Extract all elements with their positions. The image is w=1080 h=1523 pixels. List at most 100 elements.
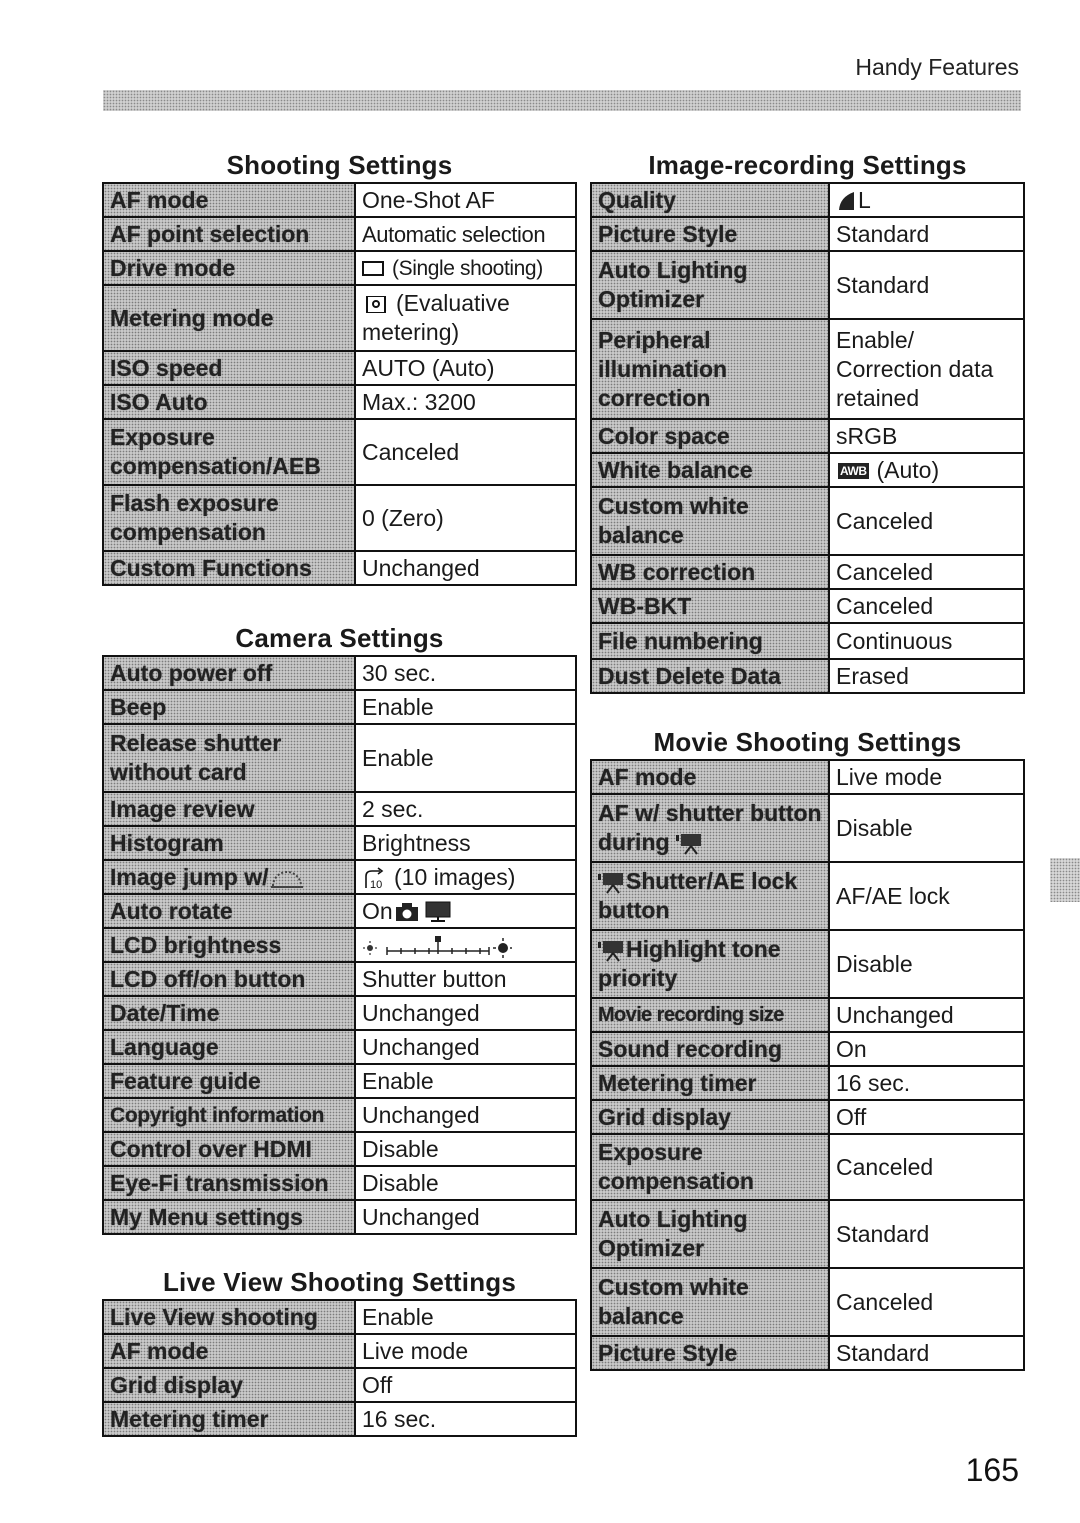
section-title: Camera Settings: [235, 623, 444, 653]
setting-name: Shutter/AE lock button: [598, 868, 798, 923]
camera-icon: [395, 903, 418, 922]
setting-name: Release shutter without card: [102, 723, 356, 793]
setting-name: Copyright information: [102, 1097, 356, 1133]
table-row: WB correction Canceled: [590, 554, 1025, 590]
table-row: Drive mode (Single shooting): [102, 250, 577, 286]
movie-shooting-settings-section: Movie Shooting Settings AF mode Live mode…: [590, 725, 1025, 1371]
table-row: Beep Enable: [102, 689, 577, 725]
setting-value: Max.: 3200: [354, 384, 577, 420]
table-row: My Menu settings Unchanged: [102, 1199, 577, 1235]
chapter-tab-marker: [1050, 858, 1080, 902]
setting-name: Drive mode: [102, 250, 356, 286]
setting-value: One-Shot AF: [354, 182, 577, 218]
header-band: [103, 90, 1021, 111]
setting-value: Canceled: [828, 554, 1025, 590]
table-row: Peripheral illumination correction Enable…: [590, 318, 1025, 420]
table-row: ISO Auto Max.: 3200: [102, 384, 577, 420]
table-row: Image jump w/ 10 (10 images): [102, 859, 577, 895]
setting-value: Enable: [354, 689, 577, 725]
table-row: Auto Lighting Optimizer Standard: [590, 1199, 1025, 1269]
live-view-settings-table: Live View shooting Enable AF mode Live mod…: [102, 1299, 577, 1437]
table-row: Auto rotate On: [102, 893, 577, 929]
table-row: ISO speed AUTO (Auto): [102, 350, 577, 386]
table-row: Metering mode (Evaluative metering): [102, 284, 577, 352]
setting-value: Disable: [828, 793, 1025, 863]
setting-value: Off: [354, 1367, 577, 1403]
setting-value: Disable: [354, 1165, 577, 1201]
setting-value: AUTO (Auto): [354, 350, 577, 386]
jump-10-icon: 10: [365, 867, 384, 890]
setting-name: AF mode: [590, 759, 830, 795]
setting-name: Auto power off: [102, 655, 356, 691]
table-row: AF w/ shutter button during Disable: [590, 793, 1025, 863]
setting-name: LCD off/on button: [102, 961, 356, 997]
setting-name-cell: Image jump w/: [102, 859, 356, 895]
setting-value: (Evaluative metering): [354, 284, 577, 352]
setting-name: Auto Lighting Optimizer: [590, 250, 830, 320]
table-row: Picture Style Standard: [590, 216, 1025, 252]
table-row: Copyright information Unchanged: [102, 1097, 577, 1133]
setting-name-cell: Shutter/AE lock button: [590, 861, 830, 931]
setting-name: White balance: [590, 452, 830, 488]
value-text: (10 images): [394, 863, 516, 890]
table-row: Custom white balance Canceled: [590, 1267, 1025, 1337]
setting-name: Custom Functions: [102, 550, 356, 586]
setting-name: Grid display: [102, 1367, 356, 1403]
setting-name: Auto rotate: [102, 893, 356, 929]
movie-camera-icon: [598, 940, 623, 962]
setting-value: 30 sec.: [354, 655, 577, 691]
table-row: AF mode Live mode: [102, 1333, 577, 1369]
monitor-icon: [425, 901, 451, 923]
setting-name: Live View shooting: [102, 1299, 356, 1335]
setting-value: Enable/ Correction data retained: [828, 318, 1025, 420]
setting-name: Image review: [102, 791, 356, 827]
setting-name: AF w/ shutter button during: [598, 800, 822, 855]
setting-value: Disable: [828, 929, 1025, 999]
setting-value: AWB (Auto): [828, 452, 1025, 488]
setting-name: AF mode: [102, 1333, 356, 1369]
table-row: Auto Lighting Optimizer Standard: [590, 250, 1025, 320]
setting-name: AF mode: [102, 182, 356, 218]
setting-value: 16 sec.: [354, 1401, 577, 1437]
setting-value: Off: [828, 1099, 1025, 1135]
setting-name: Highlight tone priority: [598, 936, 781, 991]
table-row: Custom Functions Unchanged: [102, 550, 577, 586]
setting-value: 0 (Zero): [354, 484, 577, 552]
svg-text:10: 10: [370, 879, 382, 890]
setting-value: AF/AE lock: [828, 861, 1025, 931]
value-text: (Single shooting): [392, 256, 543, 280]
table-row: Histogram Brightness: [102, 825, 577, 861]
setting-value: Standard: [828, 216, 1025, 252]
movie-shooting-settings-table: AF mode Live mode AF w/ shutter button du…: [590, 759, 1025, 1371]
section-title: Movie Shooting Settings: [653, 727, 962, 757]
setting-value: Canceled: [354, 418, 577, 486]
table-row: Metering timer 16 sec.: [590, 1065, 1025, 1101]
movie-camera-icon: [598, 872, 623, 894]
brightness-level-marker: [435, 936, 441, 943]
setting-value: (Single shooting): [354, 250, 577, 286]
table-row: Language Unchanged: [102, 1029, 577, 1065]
setting-value: Unchanged: [354, 1029, 577, 1065]
setting-name: Language: [102, 1029, 356, 1065]
awb-icon: AWB: [838, 463, 869, 480]
section-title: Shooting Settings: [226, 150, 453, 180]
setting-value: Shutter button: [354, 961, 577, 997]
setting-name: Grid display: [590, 1099, 830, 1135]
setting-name: Color space: [590, 418, 830, 454]
setting-name: Flash exposure compensation: [102, 484, 356, 552]
setting-value: Continuous: [828, 622, 1025, 660]
table-row: Flash exposure compensation 0 (Zero): [102, 484, 577, 552]
setting-name: Metering timer: [102, 1401, 356, 1437]
image-recording-settings-section: Image-recording Settings Quality L Pictu…: [590, 148, 1025, 694]
setting-value: 2 sec.: [354, 791, 577, 827]
setting-value: 16 sec.: [828, 1065, 1025, 1101]
setting-value: Live mode: [354, 1333, 577, 1369]
setting-name: WB-BKT: [590, 588, 830, 624]
table-row: Auto power off 30 sec.: [102, 655, 577, 691]
setting-name: Movie recording size: [590, 997, 830, 1033]
table-row: WB-BKT Canceled: [590, 588, 1025, 624]
setting-value: Unchanged: [354, 1097, 577, 1133]
setting-value: Canceled: [828, 588, 1025, 624]
table-row: LCD off/on button Shutter button: [102, 961, 577, 997]
image-recording-settings-table: Quality L Picture Style Standard Auto Lig…: [590, 182, 1025, 694]
